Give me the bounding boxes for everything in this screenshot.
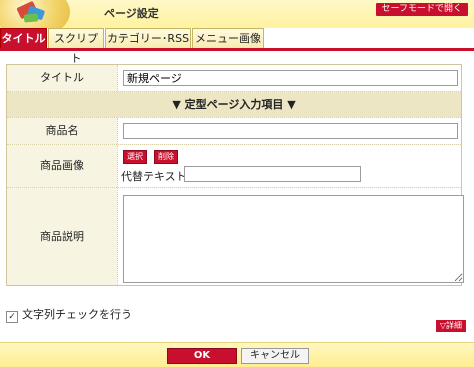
alt-text-input[interactable] bbox=[184, 166, 361, 182]
tab-category-rss[interactable]: カテゴリー･RSS bbox=[105, 28, 191, 48]
alt-text-label: 代替テキスト: bbox=[121, 170, 191, 183]
page-title: ページ設定 bbox=[104, 7, 159, 20]
product-name-input[interactable] bbox=[123, 123, 458, 139]
string-check-option[interactable]: ✓ 文字列チェックを行う bbox=[6, 306, 132, 323]
ok-button[interactable]: OK bbox=[167, 348, 237, 364]
description-label: 商品説明 bbox=[7, 188, 117, 285]
tab-menu-image[interactable]: メニュー画像 bbox=[192, 28, 264, 48]
tab-underline bbox=[0, 48, 474, 51]
product-name-label: 商品名 bbox=[7, 118, 117, 144]
description-textarea[interactable] bbox=[123, 195, 464, 283]
string-check-checkbox[interactable]: ✓ bbox=[6, 311, 18, 323]
select-image-button[interactable]: 選択 bbox=[123, 150, 147, 164]
description-row-field bbox=[117, 188, 464, 285]
title-row-field bbox=[117, 65, 461, 91]
product-name-row-field bbox=[117, 118, 461, 144]
page-settings-form: タイトル ▼ 定型ページ入力項目 ▼ 商品名 商品画像 選択 削除 代替テキスト… bbox=[6, 64, 464, 286]
safe-mode-button[interactable]: セーフモードで開く bbox=[375, 3, 468, 16]
string-check-label: 文字列チェックを行う bbox=[22, 308, 132, 321]
product-image-row-field: 選択 削除 代替テキスト: bbox=[117, 145, 461, 187]
tab-script[interactable]: スクリプト bbox=[48, 28, 104, 65]
product-image-label: 商品画像 bbox=[7, 145, 117, 187]
title-label: タイトル bbox=[7, 65, 117, 91]
tab-title[interactable]: タイトル bbox=[0, 28, 47, 48]
footer-bar: OK キャンセル bbox=[0, 342, 474, 367]
section-header: ▼ 定型ページ入力項目 ▼ bbox=[7, 92, 461, 117]
tab-bar: タイトル スクリプト カテゴリー･RSS メニュー画像 bbox=[0, 28, 474, 65]
title-input[interactable] bbox=[123, 70, 458, 86]
detail-toggle-button[interactable]: ▽詳細 bbox=[435, 320, 466, 332]
cancel-button[interactable]: キャンセル bbox=[241, 348, 309, 364]
delete-image-button[interactable]: 削除 bbox=[154, 150, 178, 164]
header-bar: ページ設定 セーフモードで開く bbox=[0, 0, 474, 38]
